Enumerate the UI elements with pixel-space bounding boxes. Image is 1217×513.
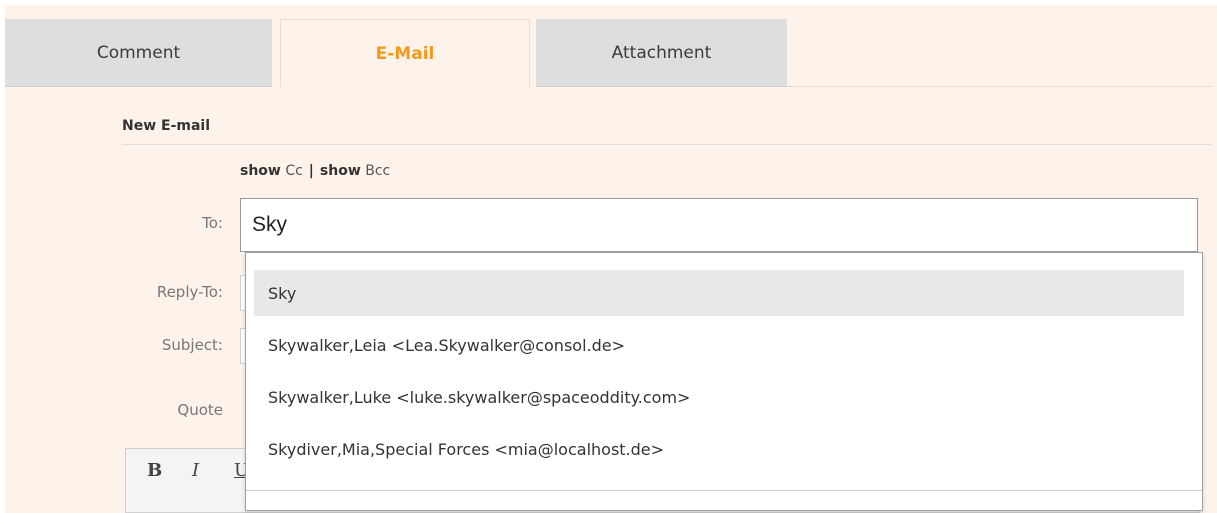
cc-bcc-separator: | xyxy=(308,163,314,179)
suggestion-item[interactable]: Sky xyxy=(254,270,1184,316)
italic-button[interactable]: I xyxy=(192,460,199,481)
dropdown-footer-divider xyxy=(246,490,1202,491)
cc-word: Cc xyxy=(285,163,303,179)
tab-email-label: E-Mail xyxy=(375,43,435,64)
tab-comment-label: Comment xyxy=(96,42,181,63)
tab-attachment[interactable]: Attachment xyxy=(536,19,787,87)
show-bcc-link[interactable]: show Bcc xyxy=(320,163,390,179)
show-cc-link[interactable]: show Cc xyxy=(240,163,303,179)
suggestion-item[interactable]: Skywalker,Luke <luke.skywalker@spaceoddi… xyxy=(254,374,1184,420)
bcc-word: Bcc xyxy=(365,163,391,179)
subject-label: Subject: xyxy=(161,336,223,354)
to-label: To: xyxy=(202,214,223,232)
section-title: New E-mail xyxy=(122,118,211,134)
to-input[interactable] xyxy=(240,198,1198,252)
tab-comment[interactable]: Comment xyxy=(5,19,272,87)
tab-attachment-label: Attachment xyxy=(611,42,712,63)
show-bcc-word: show xyxy=(319,163,361,179)
tab-divider xyxy=(787,86,1212,87)
reply-to-label: Reply-To: xyxy=(156,283,223,301)
show-cc-word: show xyxy=(240,163,281,179)
app-frame: Comment E-Mail Attachment New E-mail sho… xyxy=(0,0,1217,513)
cc-bcc-toggles: show Cc | show Bcc xyxy=(240,163,390,179)
quote-label: Quote xyxy=(177,401,223,419)
suggestion-item[interactable]: Skywalker,Leia <Lea.Skywalker@consol.de> xyxy=(254,322,1184,368)
suggestion-item[interactable]: Skydiver,Mia,Special Forces <mia@localho… xyxy=(254,426,1184,472)
autocomplete-dropdown: Sky Skywalker,Leia <Lea.Skywalker@consol… xyxy=(245,252,1203,511)
tab-email[interactable]: E-Mail xyxy=(280,19,530,87)
section-divider xyxy=(122,144,1212,145)
bold-button[interactable]: B xyxy=(147,460,162,481)
